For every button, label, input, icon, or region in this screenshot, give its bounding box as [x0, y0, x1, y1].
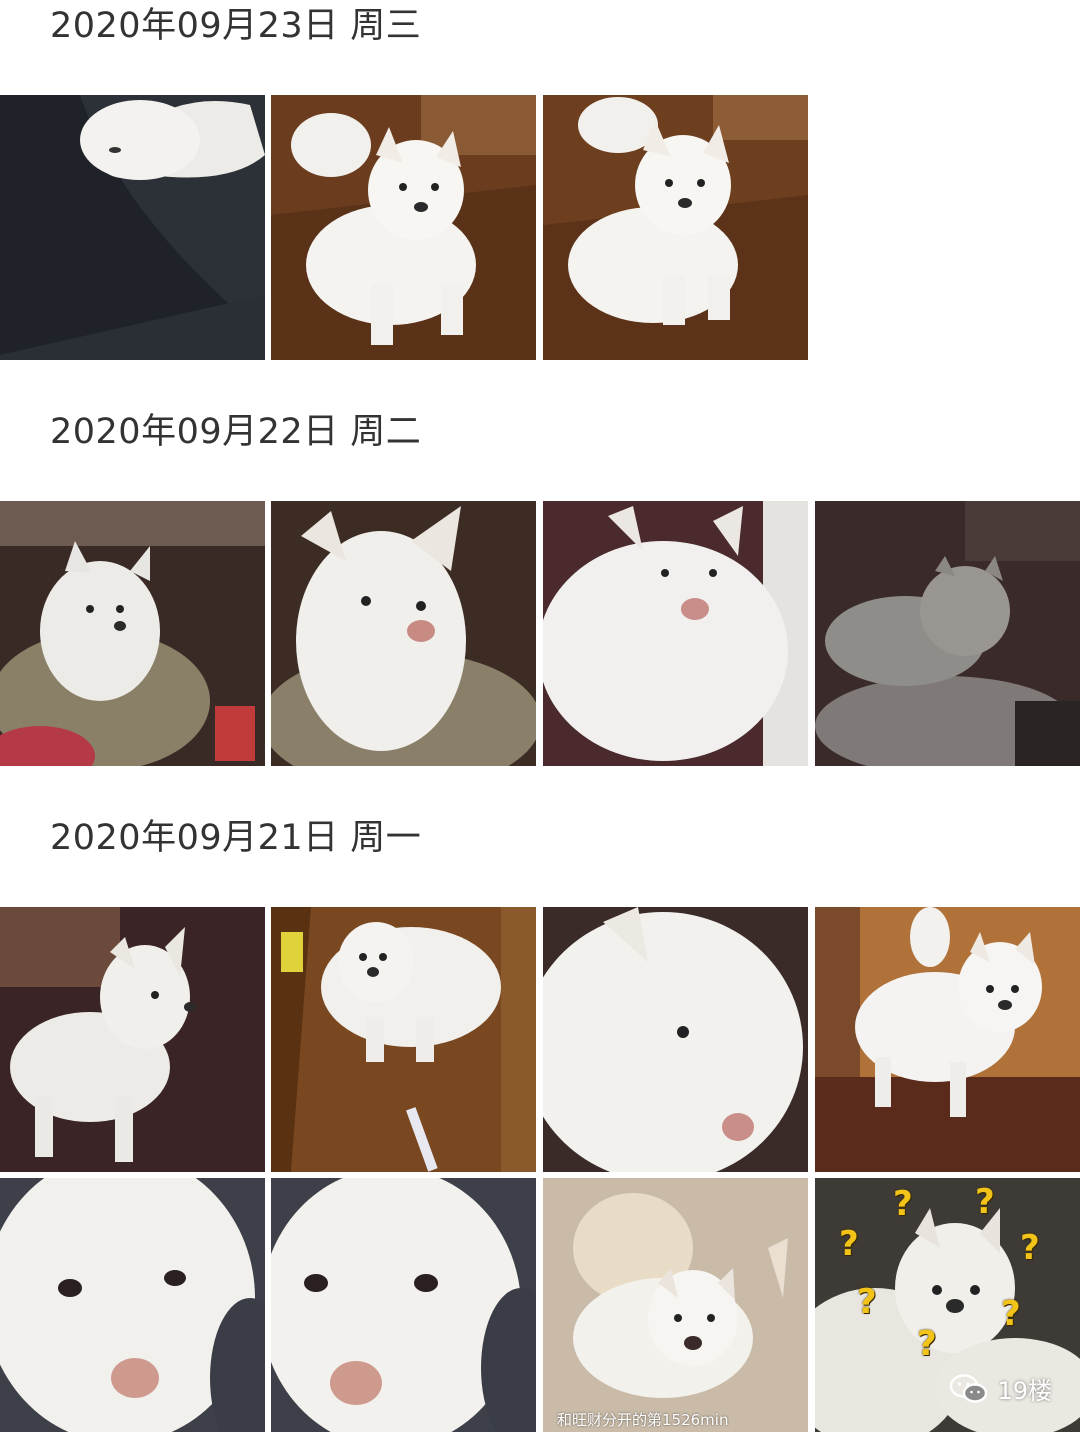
photo-caption: 和旺财分开的第1526min [557, 1411, 729, 1429]
date-text: 2020年09月23日 [50, 6, 339, 46]
date-text: 2020年09月22日 [50, 412, 339, 452]
photo-thumbnail[interactable] [815, 907, 1080, 1172]
photo-thumbnail[interactable] [815, 501, 1080, 766]
photo-thumbnail[interactable] [0, 95, 265, 360]
weekday-text: 周一 [350, 818, 422, 858]
photo-thumbnail[interactable] [271, 501, 536, 766]
question-mark-sticker: ? [839, 1224, 859, 1264]
wechat-icon [950, 1373, 988, 1403]
question-mark-sticker: ? [1020, 1228, 1040, 1268]
photo-thumbnail[interactable] [543, 907, 808, 1172]
photo-thumbnail[interactable] [0, 907, 265, 1172]
photo-thumbnail[interactable] [543, 95, 808, 360]
photo-thumbnail[interactable] [271, 907, 536, 1172]
question-mark-sticker: ? [857, 1282, 877, 1322]
date-header-0921: 2020年09月21日 周一 [50, 818, 421, 858]
photo-thumbnail[interactable] [271, 95, 536, 360]
photo-thumbnail[interactable] [0, 501, 265, 766]
watermark: 19楼 [949, 1371, 1052, 1406]
photo-thumbnail[interactable]: 和旺财分开的第1526min [543, 1178, 808, 1432]
weekday-text: 周三 [350, 6, 422, 46]
photo-thumbnail[interactable] [543, 501, 808, 766]
question-mark-sticker: ? [917, 1324, 937, 1364]
watermark-text: 19楼 [997, 1377, 1052, 1405]
photo-thumbnail[interactable] [271, 1178, 536, 1432]
question-mark-sticker: ? [893, 1184, 913, 1224]
weekday-text: 周二 [350, 412, 422, 452]
date-header-0922: 2020年09月22日 周二 [50, 412, 421, 452]
question-mark-sticker: ? [1001, 1294, 1021, 1334]
date-header-0923: 2020年09月23日 周三 [50, 6, 421, 46]
question-mark-sticker: ? [975, 1182, 995, 1222]
date-text: 2020年09月21日 [50, 818, 339, 858]
photo-thumbnail[interactable] [0, 1178, 265, 1432]
